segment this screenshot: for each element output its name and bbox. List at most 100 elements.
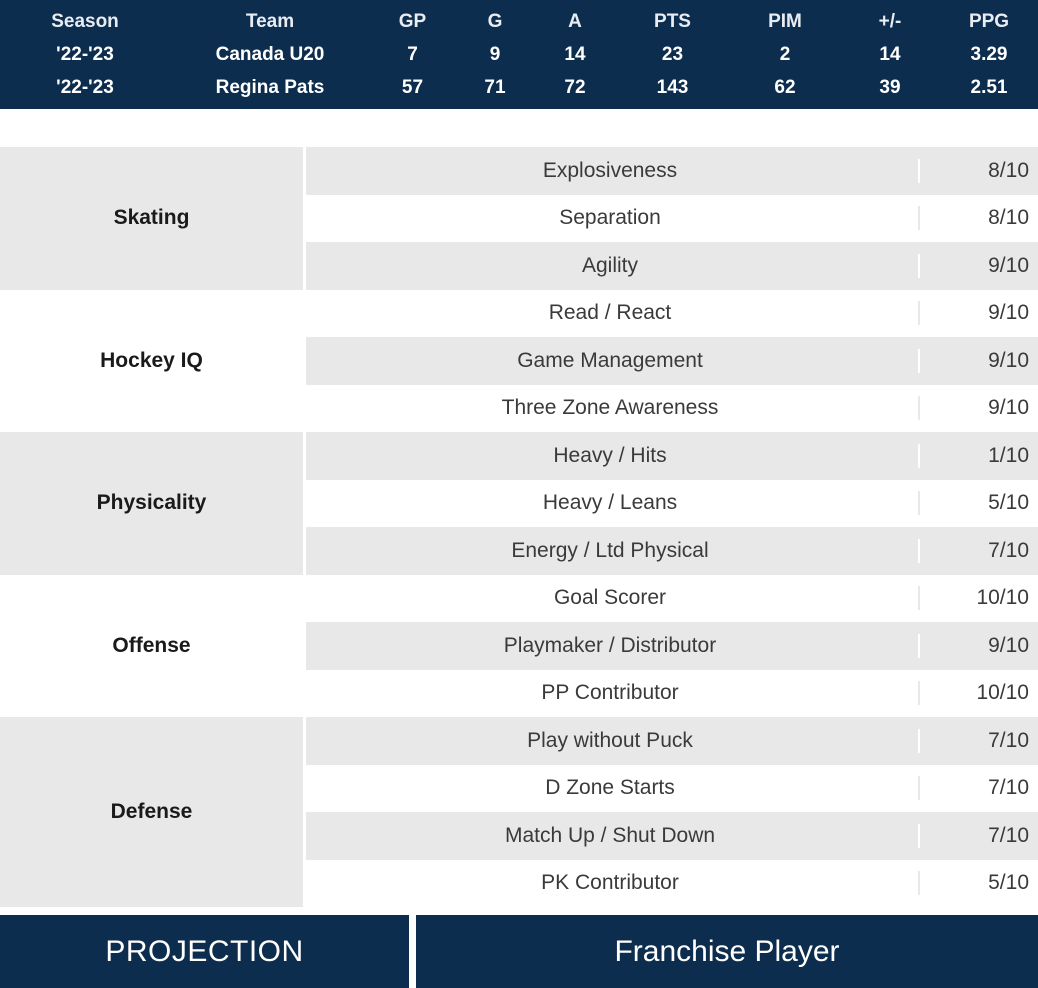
season-stats-table: Season Team GP G A PTS PIM +/- PPG '22-'…	[0, 0, 1038, 109]
stats-cell-pim: 2	[779, 43, 791, 65]
stats-header-pim: PIM	[768, 10, 802, 32]
stats-cell-team: Canada U20	[215, 43, 325, 65]
attribute-ratings-table: Skating Explosiveness 8/10 Separation 8/10 Ag…	[0, 147, 1038, 907]
stats-cell-pts: 23	[661, 43, 684, 65]
player-scouting-card: Season Team GP G A PTS PIM +/- PPG '22-'…	[0, 0, 1038, 988]
attribute-name: Match Up / Shut Down	[504, 823, 716, 847]
attribute-category-label: Physicality	[0, 432, 303, 575]
projection-value: Franchise Player	[416, 915, 1038, 988]
attribute-row-list: Play without Puck 7/10 D Zone Starts 7/10 Ma…	[303, 717, 1038, 907]
attribute-score: 1/10	[918, 443, 1038, 468]
table-row: Match Up / Shut Down 7/10	[306, 812, 1038, 860]
attribute-name: Heavy / Leans	[542, 491, 678, 515]
stats-header-season: Season	[51, 10, 119, 32]
stats-header-team: Team	[245, 10, 295, 32]
attribute-category-label: Defense	[0, 717, 303, 907]
stats-cell-season: '22-'23	[56, 76, 114, 98]
stats-cell-gp: 7	[407, 43, 418, 65]
table-row: Heavy / Hits 1/10	[306, 432, 1038, 480]
attribute-score: 9/10	[918, 301, 1038, 326]
projection-bar: PROJECTION Franchise Player	[0, 915, 1038, 988]
stats-cell-ppg: 2.51	[970, 76, 1008, 98]
attribute-group: Defense Play without Puck 7/10 D Zone Start…	[0, 717, 1038, 907]
attribute-score: 10/10	[918, 681, 1038, 706]
attribute-score: 9/10	[918, 633, 1038, 658]
attribute-name: Three Zone Awareness	[501, 396, 719, 420]
attribute-row-list: Read / React 9/10 Game Management 9/10 Three…	[303, 289, 1038, 432]
attribute-score: 8/10	[918, 206, 1038, 231]
attribute-name: Playmaker / Distributor	[503, 633, 717, 657]
table-row: D Zone Starts 7/10	[306, 764, 1038, 812]
stats-cell-gp: 57	[401, 76, 424, 98]
attribute-score: 7/10	[918, 776, 1038, 801]
attribute-group: Skating Explosiveness 8/10 Separation 8/10 Ag…	[0, 147, 1038, 290]
section-spacer	[0, 109, 1038, 147]
attribute-group: Offense Goal Scorer 10/10 Playmaker / Distr…	[0, 574, 1038, 717]
attribute-name: Read / React	[548, 301, 672, 325]
stats-cell-g: 71	[484, 76, 506, 98]
stats-header-g: G	[487, 10, 503, 32]
table-row: Play without Puck 7/10	[306, 717, 1038, 765]
attribute-name: Heavy / Hits	[553, 443, 667, 467]
attribute-name: Agility	[581, 253, 639, 277]
projection-divider	[409, 915, 416, 988]
attribute-score: 9/10	[918, 396, 1038, 421]
table-row: Game Management 9/10	[306, 337, 1038, 385]
table-row: PK Contributor 5/10	[306, 859, 1038, 907]
table-row: '22-'23 Regina Pats 57 71 72 143 62 39 2…	[0, 71, 1038, 104]
attribute-name: Separation	[559, 206, 661, 230]
table-row: PP Contributor 10/10	[306, 669, 1038, 717]
attribute-score: 7/10	[918, 538, 1038, 563]
stats-cell-a: 14	[564, 43, 586, 65]
attribute-name: Goal Scorer	[553, 586, 667, 610]
attribute-row-list: Explosiveness 8/10 Separation 8/10 Agility 9/…	[303, 147, 1038, 290]
stats-header-plus-minus: +/-	[878, 10, 902, 32]
stats-cell-team: Regina Pats	[215, 76, 325, 98]
projection-label: PROJECTION	[0, 915, 409, 988]
stats-cell-a: 72	[564, 76, 586, 98]
stats-header-gp: GP	[398, 10, 427, 32]
stats-header-row: Season Team GP G A PTS PIM +/- PPG	[0, 5, 1038, 38]
stats-header-pts: PTS	[654, 10, 691, 32]
table-row: Playmaker / Distributor 9/10	[306, 622, 1038, 670]
attribute-score: 8/10	[918, 158, 1038, 183]
attribute-name: D Zone Starts	[545, 776, 675, 800]
attribute-score: 5/10	[918, 491, 1038, 516]
attribute-score: 7/10	[918, 823, 1038, 848]
table-row: Three Zone Awareness 9/10	[306, 384, 1038, 432]
attribute-row-list: Heavy / Hits 1/10 Heavy / Leans 5/10 Energy …	[303, 432, 1038, 575]
attribute-category-label: Hockey IQ	[0, 289, 303, 432]
attribute-category-label: Offense	[0, 574, 303, 717]
stats-cell-season: '22-'23	[56, 43, 114, 65]
attribute-category-label: Skating	[0, 147, 303, 290]
attribute-score: 5/10	[918, 871, 1038, 896]
attribute-name: PP Contributor	[541, 681, 679, 705]
stats-cell-plus-minus: 14	[879, 43, 901, 65]
stats-cell-g: 9	[489, 43, 501, 65]
table-row: '22-'23 Canada U20 7 9 14 23 2 14 3.29	[0, 38, 1038, 71]
table-row: Explosiveness 8/10	[306, 147, 1038, 195]
stats-cell-pim: 62	[774, 76, 796, 98]
stats-header-a: A	[568, 10, 582, 32]
table-row: Read / React 9/10	[306, 289, 1038, 337]
table-row: Goal Scorer 10/10	[306, 574, 1038, 622]
attribute-score: 10/10	[918, 586, 1038, 611]
attribute-score: 9/10	[918, 348, 1038, 373]
stats-cell-ppg: 3.29	[970, 43, 1008, 65]
attribute-score: 9/10	[918, 253, 1038, 278]
stats-cell-pts: 143	[656, 76, 689, 98]
attribute-group: Physicality Heavy / Hits 1/10 Heavy / Leans…	[0, 432, 1038, 575]
table-row: Energy / Ltd Physical 7/10	[306, 527, 1038, 575]
attribute-name: Game Management	[517, 348, 703, 372]
attribute-name: PK Contributor	[541, 871, 679, 895]
attribute-score: 7/10	[918, 728, 1038, 753]
stats-cell-plus-minus: 39	[879, 76, 901, 98]
attribute-row-list: Goal Scorer 10/10 Playmaker / Distributor 9…	[303, 574, 1038, 717]
attribute-name: Energy / Ltd Physical	[511, 538, 709, 562]
attribute-group: Hockey IQ Read / React 9/10 Game Management…	[0, 289, 1038, 432]
attribute-name: Explosiveness	[542, 158, 678, 182]
stats-header-ppg: PPG	[968, 10, 1010, 32]
table-row: Agility 9/10	[306, 242, 1038, 290]
table-row: Heavy / Leans 5/10	[306, 479, 1038, 527]
attribute-name: Play without Puck	[527, 728, 693, 752]
